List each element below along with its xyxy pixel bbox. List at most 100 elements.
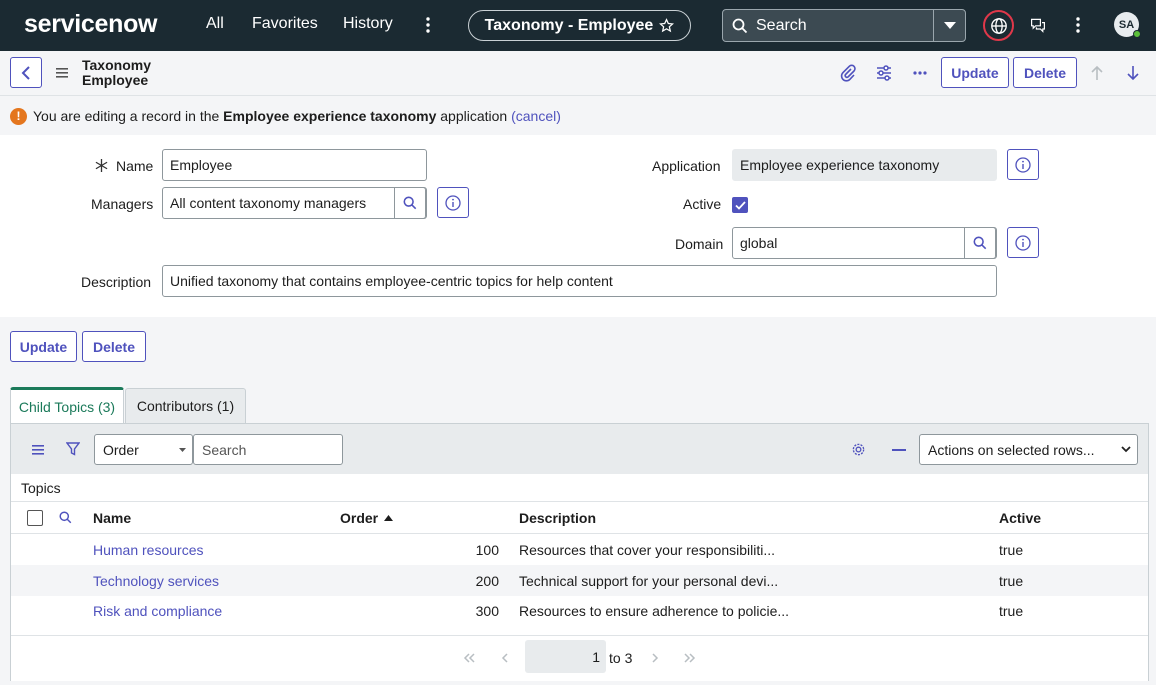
- column-header-description[interactable]: Description: [519, 502, 596, 533]
- filter-icon[interactable]: [66, 442, 80, 456]
- managers-field[interactable]: All content taxonomy managers: [162, 187, 427, 219]
- search-field-value: Order: [103, 441, 139, 458]
- back-button[interactable]: [10, 57, 42, 88]
- context-pill[interactable]: Taxonomy - Employee: [468, 10, 691, 41]
- managers-info-icon[interactable]: [437, 187, 469, 218]
- domain-info-icon[interactable]: [1007, 227, 1039, 258]
- column-header-order[interactable]: Order: [340, 502, 394, 533]
- global-search[interactable]: Search: [722, 9, 966, 42]
- search-field-select[interactable]: Order: [94, 434, 193, 465]
- presence-indicator: [1133, 30, 1141, 38]
- checkmark-icon: [734, 200, 746, 210]
- description-label: Description: [81, 274, 152, 290]
- nav-all[interactable]: All: [206, 15, 224, 33]
- top-navigation-bar: servicenow All Favorites History Taxonom…: [0, 0, 1156, 51]
- star-icon[interactable]: [659, 18, 675, 33]
- user-avatar[interactable]: SA: [1114, 12, 1141, 38]
- first-page-icon[interactable]: [463, 653, 475, 663]
- application-value: Employee experience taxonomy: [740, 157, 940, 173]
- context-pill-label: Taxonomy - Employee: [484, 16, 654, 34]
- nav-history[interactable]: History: [343, 15, 393, 33]
- warning-icon: !: [10, 107, 27, 125]
- paperclip-icon[interactable]: [840, 64, 856, 82]
- row-active: true: [999, 603, 1024, 619]
- search-icon: [732, 18, 748, 34]
- column-header-name[interactable]: Name: [93, 502, 131, 533]
- actions-select[interactable]: Actions on selected rows...: [919, 434, 1138, 465]
- notice-prefix: You are editing a record in the: [33, 108, 224, 124]
- column-header-active[interactable]: Active: [999, 502, 1041, 533]
- nav-favorites[interactable]: Favorites: [252, 15, 318, 33]
- table-row: Risk and compliance 300 Resources to ens…: [11, 596, 1148, 626]
- table-row: Human resources 100 Resources that cover…: [11, 535, 1148, 565]
- active-checkbox[interactable]: [732, 197, 748, 213]
- page-title-record: Employee: [82, 72, 149, 88]
- description-value: Unified taxonomy that contains employee-…: [170, 273, 613, 289]
- tab-child-topics[interactable]: Child Topics (3): [10, 387, 124, 423]
- description-field[interactable]: Unified taxonomy that contains employee-…: [162, 265, 997, 297]
- header-delete-button[interactable]: Delete: [1013, 57, 1077, 88]
- chevron-left-icon: [21, 65, 30, 80]
- globe-icon[interactable]: [983, 10, 1014, 41]
- row-description: Resources to ensure adherence to policie…: [519, 603, 790, 619]
- managers-label: Managers: [91, 196, 154, 212]
- scope-notice: ! You are editing a record in the Employ…: [0, 97, 1156, 135]
- update-button[interactable]: Update: [10, 331, 77, 362]
- name-field[interactable]: Employee: [162, 149, 427, 181]
- page-number-input[interactable]: 1: [525, 640, 606, 673]
- table-header: Name Order Description Active: [11, 502, 1148, 534]
- arrow-down-icon[interactable]: [1127, 65, 1139, 81]
- record-form: Name Employee Managers All content taxon…: [0, 135, 1156, 317]
- row-active: true: [999, 572, 1024, 589]
- personalize-form-icon[interactable]: [876, 65, 892, 81]
- chevron-down-icon: [1121, 446, 1131, 453]
- context-menu-icon[interactable]: [56, 68, 68, 78]
- sort-ascending-icon: [384, 514, 394, 521]
- previous-page-icon[interactable]: [501, 653, 508, 663]
- mandatory-asterisk-icon: [95, 159, 108, 172]
- application-info-icon[interactable]: [1007, 149, 1039, 180]
- actions-select-value: Actions on selected rows...: [928, 441, 1095, 458]
- search-scope-dropdown-icon[interactable]: [933, 10, 965, 41]
- domain-label: Domain: [675, 236, 724, 252]
- select-all-checkbox[interactable]: [27, 502, 43, 533]
- column-search-icon[interactable]: [59, 502, 72, 533]
- application-label: Application: [652, 158, 721, 174]
- row-name-link[interactable]: Risk and compliance: [93, 596, 222, 626]
- domain-field[interactable]: global: [732, 227, 997, 259]
- arrow-up-icon[interactable]: [1091, 65, 1103, 81]
- row-name-link[interactable]: Technology services: [93, 565, 219, 596]
- search-label: Search: [756, 16, 807, 34]
- last-page-icon[interactable]: [684, 653, 696, 663]
- application-field: Employee experience taxonomy: [732, 149, 997, 181]
- collapse-icon[interactable]: [892, 449, 906, 451]
- cancel-link[interactable]: (cancel): [511, 108, 561, 124]
- name-value: Employee: [170, 157, 233, 173]
- page-range-text: to 3: [609, 650, 633, 666]
- chat-icon[interactable]: [1030, 17, 1046, 33]
- header-update-button[interactable]: Update: [941, 57, 1009, 88]
- managers-lookup-icon[interactable]: [394, 187, 426, 219]
- gear-icon[interactable]: [851, 442, 866, 457]
- servicenow-logo[interactable]: servicenow: [24, 10, 157, 39]
- nav-overflow-icon[interactable]: [1068, 13, 1088, 37]
- more-options-icon[interactable]: [913, 71, 927, 75]
- related-list-panel: Order Search Actions on selected rows...…: [10, 423, 1149, 681]
- avatar-initials: SA: [1118, 18, 1135, 31]
- next-page-icon[interactable]: [652, 653, 659, 663]
- domain-lookup-icon[interactable]: [964, 227, 996, 259]
- nav-more-icon[interactable]: [418, 13, 438, 37]
- current-page: 1: [592, 648, 600, 665]
- active-label: Active: [683, 196, 722, 212]
- row-order: 200: [475, 572, 499, 589]
- list-menu-icon[interactable]: [32, 445, 44, 455]
- delete-button[interactable]: Delete: [82, 331, 146, 362]
- row-active: true: [999, 542, 1024, 558]
- notice-app-name: Employee experience taxonomy: [223, 108, 437, 124]
- list-search-input[interactable]: Search: [193, 434, 343, 465]
- row-description: Resources that cover your responsibiliti…: [519, 542, 775, 558]
- table-row: Technology services 200 Technical suppor…: [11, 565, 1148, 596]
- tab-contributors[interactable]: Contributors (1): [125, 388, 246, 423]
- list-breadcrumb[interactable]: Topics: [21, 480, 61, 496]
- row-name-link[interactable]: Human resources: [93, 535, 204, 565]
